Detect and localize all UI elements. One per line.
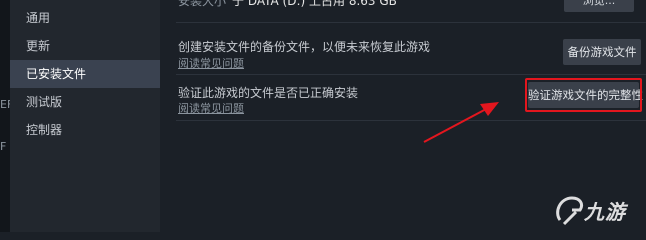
watermark-text: 九游 (584, 200, 626, 224)
